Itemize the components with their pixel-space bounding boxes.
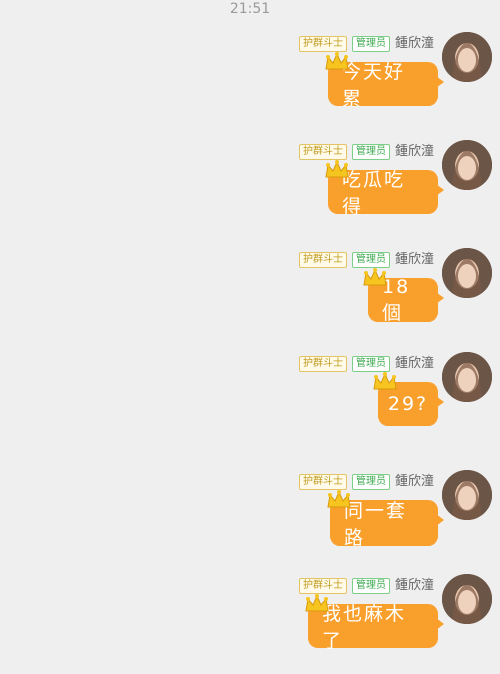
avatar-image	[442, 352, 492, 402]
fan-title-badge: 护群斗士	[298, 578, 347, 594]
message-text: 吃瓜吃得	[342, 169, 406, 218]
sender-name[interactable]: 鍾欣潼	[395, 578, 434, 594]
chat-message: 鍾欣潼 管理员 护群斗士 29?	[0, 352, 500, 452]
fan-title-badge: 护群斗士	[298, 356, 347, 372]
message-text: 29?	[387, 393, 429, 415]
sender-name[interactable]: 鍾欣潼	[395, 144, 434, 160]
message-meta: 鍾欣潼 管理员 护群斗士	[298, 144, 434, 160]
crown-icon	[373, 372, 397, 390]
fan-title-badge: 护群斗士	[298, 474, 347, 490]
admin-badge: 管理员	[351, 578, 390, 594]
avatar[interactable]	[442, 352, 492, 402]
admin-badge: 管理员	[351, 252, 390, 268]
avatar-image	[442, 470, 492, 520]
fan-title-badge: 护群斗士	[298, 144, 347, 160]
avatar[interactable]	[442, 470, 492, 520]
avatar-image	[442, 32, 492, 82]
message-text: 我也麻木了	[322, 603, 407, 652]
crown-icon	[325, 52, 349, 70]
avatar[interactable]	[442, 574, 492, 624]
message-text: 同一套路	[344, 500, 408, 549]
crown-icon	[305, 594, 329, 612]
message-text: 今天好累	[342, 61, 406, 110]
message-meta: 鍾欣潼 管理员 护群斗士	[298, 356, 434, 372]
sender-name[interactable]: 鍾欣潼	[395, 252, 434, 268]
avatar-image	[442, 574, 492, 624]
sender-name[interactable]: 鍾欣潼	[395, 474, 434, 490]
crown-icon	[363, 268, 387, 286]
message-text: 18個	[382, 275, 411, 324]
message-meta: 鍾欣潼 管理员 护群斗士	[298, 36, 434, 52]
chat-message: 鍾欣潼 管理员 护群斗士 同一套路	[0, 470, 500, 570]
message-meta: 鍾欣潼 管理员 护群斗士	[298, 578, 434, 594]
admin-badge: 管理员	[351, 474, 390, 490]
timestamp: 21:51	[229, 1, 271, 17]
avatar-image	[442, 248, 492, 298]
avatar[interactable]	[442, 32, 492, 82]
crown-icon	[325, 160, 349, 178]
sender-name[interactable]: 鍾欣潼	[395, 36, 434, 52]
avatar-image	[442, 140, 492, 190]
crown-icon	[327, 490, 351, 508]
sender-name[interactable]: 鍾欣潼	[395, 356, 434, 372]
message-meta: 鍾欣潼 管理员 护群斗士	[298, 474, 434, 490]
chat-message: 鍾欣潼 管理员 护群斗士 我也麻木了	[0, 574, 500, 674]
fan-title-badge: 护群斗士	[298, 252, 347, 268]
chat-message: 鍾欣潼 管理员 护群斗士 18個	[0, 248, 500, 348]
chat-message: 鍾欣潼 管理员 护群斗士 今天好累	[0, 32, 500, 132]
avatar[interactable]	[442, 140, 492, 190]
chat-message: 鍾欣潼 管理员 护群斗士 吃瓜吃得	[0, 140, 500, 240]
admin-badge: 管理员	[351, 356, 390, 372]
message-meta: 鍾欣潼 管理员 护群斗士	[298, 252, 434, 268]
admin-badge: 管理员	[351, 144, 390, 160]
admin-badge: 管理员	[351, 36, 390, 52]
avatar[interactable]	[442, 248, 492, 298]
fan-title-badge: 护群斗士	[298, 36, 347, 52]
